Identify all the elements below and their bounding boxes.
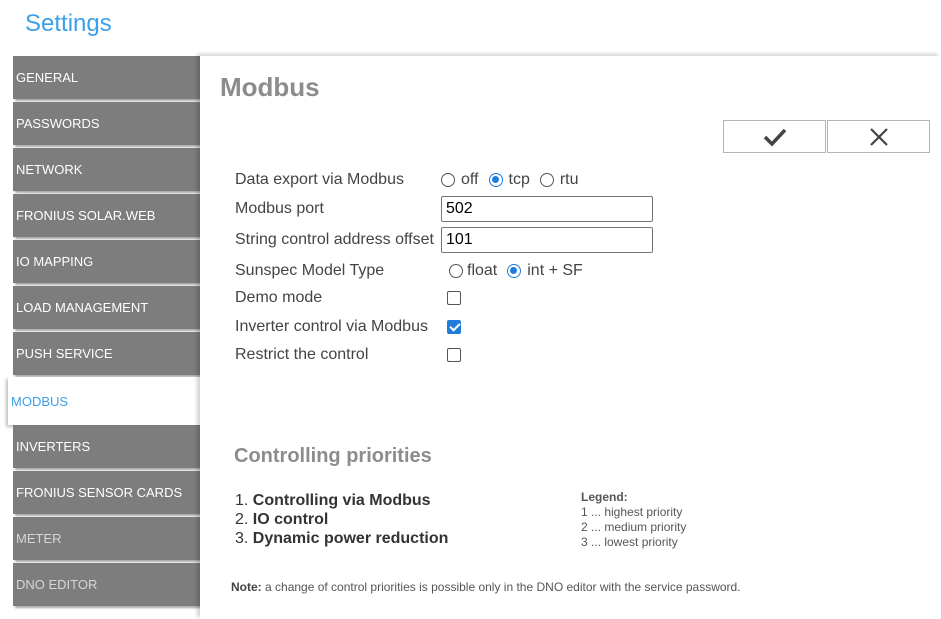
page-title: Modbus [220, 72, 320, 102]
demo-mode-label: Demo mode [235, 289, 323, 306]
sunspec-model-radio-group: float int + SF [449, 262, 593, 280]
sidebar-item-passwords[interactable]: PASSWORDS [13, 102, 201, 145]
inverter-control-checkbox[interactable] [447, 320, 461, 334]
sidebar-item-io-mapping[interactable]: IO MAPPING [13, 240, 201, 283]
priorities-title: Controlling priorities [234, 445, 432, 467]
priority-number: 3. [235, 530, 249, 547]
priority-item: 2. IO control [235, 510, 448, 529]
data-export-rtu-radio[interactable] [539, 173, 554, 187]
priority-number: 1. [235, 492, 249, 509]
address-offset-row: String control address offset [235, 227, 653, 253]
restrict-control-checkbox[interactable] [447, 348, 461, 362]
sunspec-model-row: Sunspec Model Type float int + SF [235, 259, 593, 283]
main-panel: Modbus Data export via Modbus off tcp rt… [200, 56, 941, 619]
sunspec-int-sf-label: int + SF [527, 262, 583, 279]
note-text: a change of control priorities is possib… [261, 580, 741, 594]
address-offset-label: String control address offset [235, 231, 434, 248]
sidebar-item-solar-web[interactable]: FRONIUS SOLAR.WEB [13, 194, 201, 237]
legend-item: 3 ... lowest priority [581, 535, 678, 549]
checkmark-icon [763, 128, 786, 147]
demo-mode-checkbox[interactable] [447, 291, 461, 305]
data-export-row: Data export via Modbus off tcp rtu [235, 168, 589, 192]
note-prefix: Note: [231, 580, 262, 594]
sidebar-item-load-management[interactable]: LOAD MANAGEMENT [13, 286, 201, 329]
sidebar-item-network[interactable]: NETWORK [13, 148, 201, 191]
legend-item: 2 ... medium priority [581, 520, 687, 534]
priority-text: Dynamic power reduction [252, 530, 449, 547]
address-offset-input[interactable] [441, 227, 653, 253]
priority-item: 1. Controlling via Modbus [235, 491, 448, 510]
inverter-control-label: Inverter control via Modbus [235, 318, 428, 335]
priority-text: Controlling via Modbus [252, 492, 431, 509]
legend-item: 1 ... highest priority [581, 505, 683, 519]
sunspec-model-label: Sunspec Model Type [235, 262, 385, 279]
sidebar-item-dno-editor[interactable]: DNO EDITOR [13, 563, 201, 606]
priorities-list: 1. Controlling via Modbus 2. IO control … [235, 491, 448, 548]
restrict-control-label: Restrict the control [235, 346, 369, 363]
app-title: Settings [25, 10, 112, 37]
save-button[interactable] [723, 120, 826, 153]
data-export-radio-group: off tcp rtu [441, 171, 589, 189]
sidebar-item-push-service[interactable]: PUSH SERVICE [13, 332, 201, 375]
priority-number: 2. [235, 511, 249, 528]
sidebar-item-general[interactable]: GENERAL [13, 56, 201, 99]
sidebar-item-modbus[interactable]: MODBUS [8, 377, 208, 425]
cancel-button[interactable] [827, 120, 930, 153]
sidebar-item-sensor-cards[interactable]: FRONIUS SENSOR CARDS [13, 471, 201, 514]
sunspec-int-sf-radio[interactable] [507, 264, 522, 278]
priority-legend: Legend: 1 ... highest priority 2 ... med… [581, 490, 686, 550]
data-export-tcp-label: tcp [508, 171, 530, 188]
priority-text: IO control [252, 511, 329, 528]
close-icon [869, 127, 888, 146]
priority-item: 3. Dynamic power reduction [235, 529, 448, 548]
sunspec-float-radio[interactable] [449, 264, 463, 278]
data-export-off-label: off [461, 171, 479, 188]
restrict-control-row: Restrict the control [235, 343, 461, 367]
sunspec-float-label: float [467, 262, 498, 279]
sidebar-item-meter[interactable]: METER [13, 517, 201, 560]
legend-title: Legend: [581, 490, 628, 504]
priority-note: Note: a change of control priorities is … [231, 580, 741, 594]
demo-mode-row: Demo mode [235, 286, 461, 310]
modbus-port-label: Modbus port [235, 200, 324, 217]
data-export-off-radio[interactable] [441, 173, 455, 187]
modbus-port-input[interactable] [441, 196, 653, 222]
data-export-rtu-label: rtu [559, 171, 579, 188]
data-export-label: Data export via Modbus [235, 171, 404, 188]
modbus-port-row: Modbus port [235, 196, 653, 222]
inverter-control-row: Inverter control via Modbus [235, 315, 461, 339]
sidebar-item-inverters[interactable]: INVERTERS [13, 425, 201, 468]
data-export-tcp-radio[interactable] [488, 173, 503, 187]
